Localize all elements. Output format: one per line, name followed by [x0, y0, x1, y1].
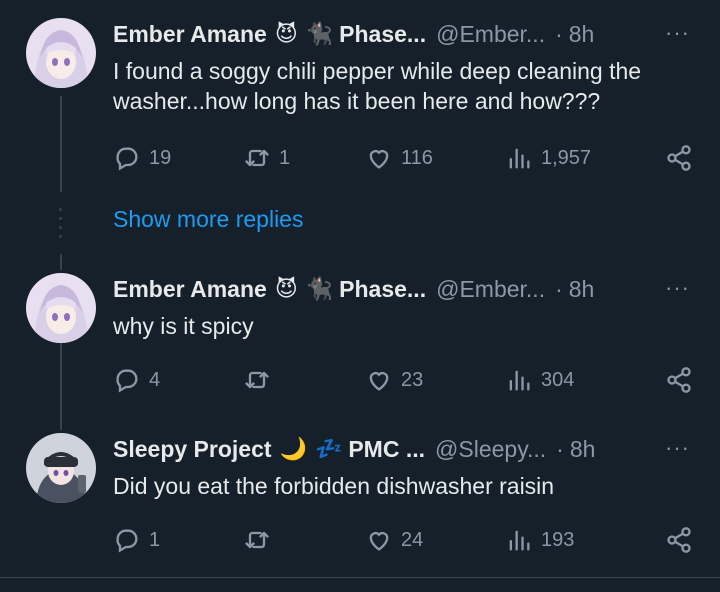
display-name[interactable]: Sleepy Project: [113, 436, 272, 463]
avatar[interactable]: [26, 18, 96, 88]
avatar[interactable]: [26, 273, 96, 343]
reply-count: 4: [149, 368, 161, 391]
share-icon: [667, 527, 691, 553]
handle[interactable]: @Ember...: [436, 21, 545, 48]
analytics-icon: [509, 530, 530, 551]
display-name[interactable]: Ember Amane: [113, 21, 267, 48]
avatar-anime-girl-icon: [26, 273, 96, 343]
separator-dot: ·: [555, 275, 563, 302]
reply-count: 19: [149, 146, 172, 169]
share-icon: [667, 367, 691, 393]
black-cat-emoji-icon: 🐈‍⬛: [305, 21, 334, 46]
devil-emoji-icon: 😈: [274, 276, 298, 301]
tweet-header: Sleepy Project 🌙 💤 PMC ... @Sleepy... · …: [113, 432, 595, 466]
divider: [0, 577, 720, 578]
action-bar: 4 23 304: [113, 363, 693, 397]
retweet-icon: [245, 371, 269, 389]
thread-dots: [59, 208, 62, 244]
separator-dot: ·: [555, 20, 563, 47]
view-count: 1,957: [541, 146, 592, 169]
reply-icon: [116, 147, 138, 171]
separator-dot: ·: [556, 435, 564, 462]
like-count: 23: [401, 368, 424, 391]
like-count: 116: [401, 146, 433, 169]
reply-icon: [116, 369, 138, 393]
display-name[interactable]: Ember Amane: [113, 276, 267, 303]
analytics-icon: [509, 370, 530, 391]
views-button[interactable]: 1,957: [505, 141, 591, 175]
more-options-icon[interactable]: ···: [665, 20, 690, 46]
more-options-icon[interactable]: ···: [665, 435, 690, 461]
name-suffix: PMC ...: [348, 435, 426, 462]
retweet-icon: [245, 149, 269, 167]
reply-button[interactable]: 4: [113, 363, 160, 397]
more-options-icon[interactable]: ···: [665, 275, 690, 301]
timestamp[interactable]: 8h: [570, 436, 596, 463]
reply-button[interactable]: 1: [113, 523, 160, 557]
avatar-character-with-cap-icon: [26, 433, 96, 503]
analytics-icon: [509, 148, 530, 169]
name-suffix: Phase...: [339, 20, 427, 47]
reply-button[interactable]: 19: [113, 141, 171, 175]
show-more-replies-link[interactable]: Show more replies: [113, 206, 303, 233]
heart-icon: [369, 532, 389, 551]
timestamp[interactable]: 8h: [569, 276, 595, 303]
tweet[interactable]: Ember Amane 😈 🐈‍⬛ Phase... @Ember... · 8…: [0, 255, 720, 425]
reply-count: 1: [149, 528, 161, 551]
handle[interactable]: @Sleepy...: [435, 436, 546, 463]
tweet-text: I found a soggy chili pepper while deep …: [113, 58, 642, 114]
share-button[interactable]: [665, 523, 693, 557]
devil-emoji-icon: 😈: [274, 21, 298, 46]
avatar-anime-girl-icon: [26, 18, 96, 88]
like-count: 24: [401, 528, 424, 551]
action-bar: 19 1 116 1,957: [113, 141, 693, 175]
tweet-header: Ember Amane 😈 🐈‍⬛ Phase... @Ember... · 8…: [113, 17, 594, 51]
tweet-header: Ember Amane 😈 🐈‍⬛ Phase... @Ember... · 8…: [113, 272, 594, 306]
heart-icon: [369, 150, 389, 169]
heart-icon: [369, 372, 389, 391]
retweet-button[interactable]: [243, 363, 279, 397]
share-icon: [667, 145, 691, 171]
avatar[interactable]: [26, 433, 96, 503]
like-button[interactable]: 24: [365, 523, 423, 557]
retweet-button[interactable]: [243, 523, 279, 557]
share-button[interactable]: [665, 363, 693, 397]
views-button[interactable]: 193: [505, 523, 574, 557]
tweet-text: why is it spicy: [113, 313, 254, 339]
retweet-button[interactable]: 1: [243, 141, 290, 175]
retweet-count: 1: [279, 146, 291, 169]
tweet[interactable]: Ember Amane 😈 🐈‍⬛ Phase... @Ember... · 8…: [0, 0, 720, 200]
like-button[interactable]: 23: [365, 363, 423, 397]
reply-icon: [116, 529, 138, 553]
tweet[interactable]: Sleepy Project 🌙 💤 PMC ... @Sleepy... · …: [0, 415, 720, 577]
timestamp[interactable]: 8h: [569, 21, 595, 48]
view-count: 304: [541, 368, 575, 391]
name-suffix: Phase...: [339, 275, 427, 302]
handle[interactable]: @Ember...: [436, 276, 545, 303]
like-button[interactable]: 116: [365, 141, 433, 175]
retweet-icon: [245, 531, 269, 549]
views-button[interactable]: 304: [505, 363, 574, 397]
action-bar: 1 24 193: [113, 523, 693, 557]
black-cat-emoji-icon: 🐈‍⬛: [305, 276, 334, 301]
tweet-text: Did you eat the forbidden dishwasher rai…: [113, 473, 555, 499]
view-count: 193: [541, 528, 575, 551]
zzz-emoji-icon: 💤: [314, 436, 343, 461]
share-button[interactable]: [665, 141, 693, 175]
crescent-moon-emoji-icon: 🌙: [279, 436, 307, 461]
